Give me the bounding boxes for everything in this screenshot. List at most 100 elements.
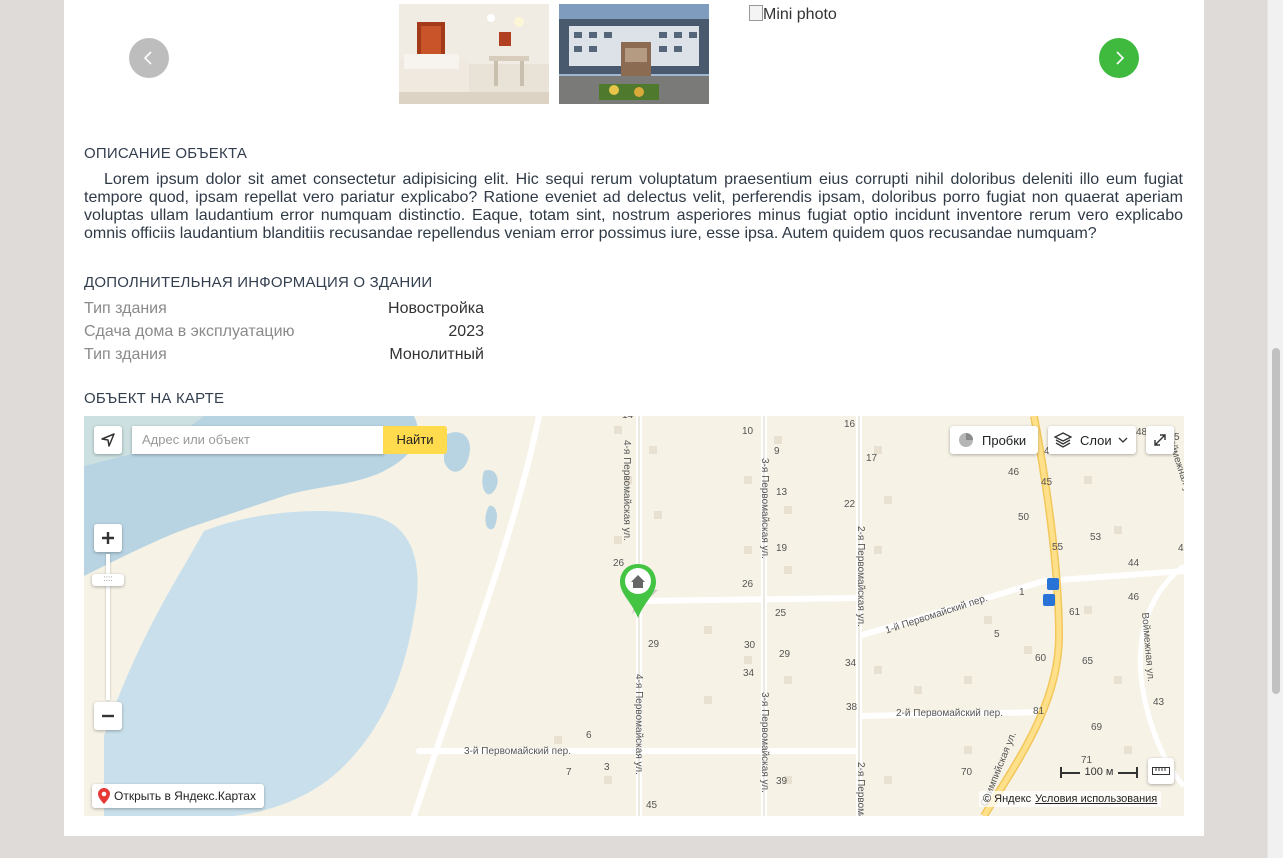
house-number: 34 xyxy=(743,668,755,679)
house-number: 34 xyxy=(845,658,857,669)
geolocation-button[interactable] xyxy=(94,426,122,454)
house-number: 61 xyxy=(1069,607,1081,618)
chevron-right-icon xyxy=(1116,51,1125,65)
chevron-left-icon xyxy=(143,51,152,65)
location-marker-icon[interactable] xyxy=(618,562,664,620)
ruler-icon xyxy=(1152,767,1170,775)
gallery-next-button[interactable] xyxy=(1099,38,1139,78)
plus-icon xyxy=(102,532,114,544)
house-number: 46 xyxy=(1008,467,1020,478)
scale-tick xyxy=(1136,767,1138,778)
street-label: 4-я Первомайская ул. xyxy=(621,440,632,541)
broken-image-alt: Mini photo xyxy=(763,6,837,23)
info-row-building-type: Тип здания Новостройка xyxy=(84,300,484,323)
house-number: 45 xyxy=(1041,477,1053,488)
house-number: 50 xyxy=(1018,512,1030,523)
description-title: ОПИСАНИЕ ОБЪЕКТА xyxy=(84,145,248,162)
broken-image-icon xyxy=(749,5,763,21)
copyright-text: © Яндекс xyxy=(983,793,1032,805)
open-in-yandex-maps-link[interactable]: Открыть в Яндекс.Картах xyxy=(92,784,264,808)
house-number: 5 xyxy=(994,629,1000,640)
house-number: 3 xyxy=(604,762,610,773)
house-number: 25 xyxy=(775,608,787,619)
traffic-label: Пробки xyxy=(982,432,1027,448)
map-copyright: © Яндекс Условия использования xyxy=(979,791,1162,807)
info-row-completion: Сдача дома в эксплуатацию 2023 xyxy=(84,323,484,346)
info-label: Тип здания xyxy=(84,346,167,363)
zoom-in-button[interactable] xyxy=(94,524,122,552)
zoom-slider-handle[interactable]: :::: xyxy=(92,574,124,586)
map-search-button[interactable]: Найти xyxy=(383,426,447,454)
house-number: 26 xyxy=(742,579,754,590)
street-label: 3-я Первомайская ул. xyxy=(759,458,770,559)
description-text: Lorem ipsum dolor sit amet consectetur a… xyxy=(84,171,1183,242)
yandex-map[interactable]: 4-я Первомайская ул. 4-я Первомайская ул… xyxy=(84,416,1184,816)
house-number: 71 xyxy=(1081,755,1093,766)
info-value: Монолитный xyxy=(389,346,484,363)
minus-icon xyxy=(102,714,114,718)
open-in-yandex-label: Открыть в Яндекс.Картах xyxy=(114,789,256,803)
info-label: Сдача дома в эксплуатацию xyxy=(84,323,295,340)
info-label: Тип здания xyxy=(84,300,167,317)
house-number: 81 xyxy=(1033,706,1045,717)
layers-label: Слои xyxy=(1080,432,1112,448)
gallery-thumbnail-broken[interactable]: Mini photo xyxy=(749,5,899,25)
traffic-button[interactable]: Пробки xyxy=(950,426,1038,454)
house-number: 65 xyxy=(1082,656,1094,667)
house-number: 45 xyxy=(646,800,658,811)
street-label: 2-й Первомайский пер. xyxy=(896,708,1003,719)
map-scale: 100 м xyxy=(1060,766,1138,780)
map-title: ОБЪЕКТ НА КАРТЕ xyxy=(84,390,225,407)
house-number: 29 xyxy=(648,639,660,650)
layers-icon xyxy=(1054,432,1072,448)
house-number: 53 xyxy=(1090,532,1102,543)
page-content: Mini photo ОПИСАНИЕ ОБЪЕКТА Lorem ipsum … xyxy=(64,0,1204,836)
house-number: 1 xyxy=(1019,587,1025,598)
street-label: 3-я Первомайская ул. xyxy=(759,692,770,793)
house-number: 16 xyxy=(844,419,856,430)
house-number: 38 xyxy=(846,702,858,713)
scale-label: 100 м xyxy=(1080,766,1118,778)
terms-of-use-link[interactable]: Условия использования xyxy=(1035,793,1157,805)
scrollbar-thumb[interactable] xyxy=(1272,348,1280,694)
gallery-thumbnail-interior[interactable] xyxy=(399,4,549,104)
house-number: 14 xyxy=(622,416,633,421)
house-number: 60 xyxy=(1035,653,1047,664)
street-label: 3-й Первомайский пер. xyxy=(464,746,571,757)
house-number: 46 xyxy=(1128,592,1140,603)
info-row-construction-type: Тип здания Монолитный xyxy=(84,346,484,369)
traffic-icon xyxy=(959,433,973,447)
chevron-down-icon xyxy=(1118,437,1128,443)
house-number: 44 xyxy=(1128,558,1140,569)
house-number: 5 xyxy=(1174,432,1180,443)
page-scrollbar[interactable] xyxy=(1267,0,1283,858)
building-info-title: ДОПОЛНИТЕЛЬНАЯ ИНФОРМАЦИЯ О ЗДАНИИ xyxy=(84,274,433,291)
house-number: 17 xyxy=(866,453,878,464)
house-number: 9 xyxy=(774,446,780,457)
layers-button[interactable]: Слои xyxy=(1048,426,1136,454)
house-number: 7 xyxy=(566,767,572,778)
house-number: 4 xyxy=(1178,543,1184,554)
navigation-arrow-icon xyxy=(101,433,115,447)
house-number: 10 xyxy=(742,426,754,437)
map-search-input[interactable]: Адрес или объект xyxy=(132,426,384,454)
expand-icon xyxy=(1154,434,1166,446)
map-pin-icon xyxy=(98,788,110,804)
gallery-thumbnail-exterior[interactable] xyxy=(559,4,709,104)
house-number: 6 xyxy=(586,730,592,741)
zoom-out-button[interactable] xyxy=(94,702,122,730)
house-number: 19 xyxy=(776,543,788,554)
fullscreen-button[interactable] xyxy=(1146,426,1174,454)
street-label: 2-я Первомайская ул. xyxy=(855,526,866,627)
street-label: 2-я Первомайская ул. xyxy=(855,762,866,816)
photo-gallery: Mini photo xyxy=(64,0,1204,110)
house-number: 13 xyxy=(776,487,788,498)
house-number: 55 xyxy=(1052,542,1064,553)
house-number: 69 xyxy=(1091,722,1103,733)
house-number: 22 xyxy=(844,499,856,510)
scale-tick xyxy=(1060,767,1062,778)
gallery-prev-button[interactable] xyxy=(129,38,169,78)
info-value: Новостройка xyxy=(388,300,484,317)
ruler-button[interactable] xyxy=(1148,758,1174,784)
house-number: 30 xyxy=(744,640,756,651)
